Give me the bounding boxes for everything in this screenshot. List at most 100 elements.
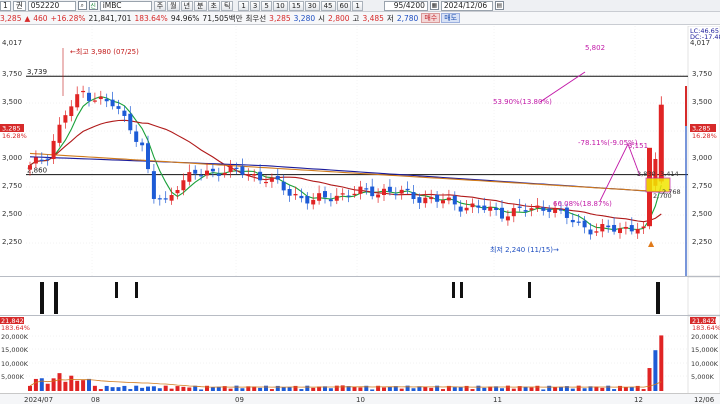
- volume-bar: [553, 387, 558, 391]
- volume-bar: [305, 385, 310, 391]
- volume-bar: [175, 386, 180, 391]
- interval-5-button[interactable]: 5: [261, 0, 272, 11]
- candle-body: [193, 169, 198, 174]
- candle-body: [28, 165, 32, 170]
- volume-bar: [87, 378, 91, 391]
- candle-body: [623, 226, 628, 229]
- candle-body: [517, 206, 522, 208]
- candle-body: [346, 195, 351, 197]
- volume-chart[interactable]: 21,842K 183.64% 21,842K 183.64% 20,000K …: [0, 315, 720, 395]
- calendar-icon[interactable]: ▦: [429, 1, 439, 10]
- volume-bar: [576, 385, 581, 391]
- y-tick-right-3750: 3,750: [692, 70, 712, 78]
- volume-bar: [122, 385, 127, 391]
- candle-body: [535, 205, 540, 208]
- candle-body: [405, 188, 410, 191]
- candle-body: [582, 220, 587, 228]
- period-minute-button[interactable]: 분: [194, 0, 207, 11]
- search-icon[interactable]: ⌕: [77, 1, 87, 10]
- period-second-button[interactable]: 초: [207, 0, 220, 11]
- candle-body: [382, 188, 386, 195]
- candle-body: [75, 94, 80, 108]
- volume-bar: [39, 378, 44, 391]
- price-tag-left-pct: 16.28%: [2, 132, 27, 140]
- candle-body: [387, 186, 392, 192]
- volume-panel[interactable]: 21,842K 183.64% 21,842K 183.64% 20,000K …: [0, 315, 720, 395]
- period-week-button[interactable]: 주: [153, 0, 167, 11]
- volume-bar: [63, 381, 68, 391]
- period-tick-button[interactable]: 틱: [220, 0, 234, 11]
- market-type-select[interactable]: 권: [12, 0, 26, 11]
- candle-body: [600, 223, 605, 232]
- volume-bar: [582, 388, 587, 391]
- open-price: 2,800: [328, 13, 350, 23]
- candle-body: [175, 189, 180, 194]
- interval-3-button[interactable]: 3: [249, 0, 261, 11]
- stock-code-input[interactable]: 052220: [27, 0, 76, 11]
- volume-bar: [647, 368, 652, 391]
- candle-body: [234, 167, 239, 169]
- candle-body: [446, 197, 451, 201]
- candle-body: [364, 188, 369, 190]
- candle-body: [45, 158, 50, 160]
- y-tick-left-2500: 2,500: [2, 210, 22, 218]
- candle-body: [564, 207, 569, 218]
- interval-custom-button[interactable]: 1: [352, 0, 363, 11]
- sell-button[interactable]: 매도: [441, 13, 461, 23]
- chart-index-box[interactable]: 1: [0, 0, 11, 11]
- volume-bar: [134, 385, 139, 391]
- candle-body: [311, 199, 316, 205]
- signal-bar: [656, 282, 660, 314]
- signal-chart[interactable]: [0, 276, 720, 316]
- price-chart[interactable]: 3,7392,860 ←최고 3,980 (07/25)최저 2,240 (11…: [0, 25, 720, 277]
- buy-signal-arrow: ▲: [648, 239, 655, 248]
- high-label: 고: [352, 13, 360, 23]
- level-3739: 3,739: [27, 68, 47, 76]
- stock-name-field[interactable]: iMBC: [99, 0, 152, 11]
- vol-tick-left-15000: 15,000K: [1, 346, 29, 354]
- candle-body: [81, 90, 86, 93]
- volume-bar: [352, 386, 357, 391]
- data-count-field[interactable]: 95/4200: [383, 0, 428, 11]
- new-tag[interactable]: 신: [88, 1, 98, 10]
- volume-bar: [523, 386, 528, 391]
- vol-tick-left-20000: 20,000K: [1, 333, 29, 341]
- interval-1-button[interactable]: 1: [238, 0, 249, 11]
- period-year-button[interactable]: 년: [180, 0, 194, 11]
- candle-body: [116, 106, 121, 109]
- period-month-button[interactable]: 월: [167, 0, 180, 11]
- volume-bar: [340, 385, 345, 391]
- candle-body: [476, 205, 481, 208]
- date-label-jul: 2024/07: [24, 396, 53, 404]
- volume-bar: [181, 386, 186, 391]
- candle-body: [216, 173, 221, 176]
- candle-body: [452, 195, 457, 205]
- interval-60-button[interactable]: 60: [336, 0, 352, 11]
- date-input[interactable]: 2024/12/06: [440, 0, 493, 11]
- candle-body: [328, 199, 333, 202]
- signal-bar: [40, 282, 44, 314]
- candle-body: [423, 197, 428, 204]
- volume-bar: [69, 375, 74, 391]
- settings-icon[interactable]: ▤: [494, 1, 504, 10]
- candle-body: [429, 197, 434, 200]
- buy-button[interactable]: 매수: [421, 13, 441, 23]
- signal-panel[interactable]: [0, 276, 720, 316]
- volume-bar: [264, 385, 268, 391]
- volume-bar: [629, 387, 634, 391]
- candle-body: [246, 174, 251, 176]
- candle-body: [588, 229, 593, 235]
- candle-body: [39, 159, 44, 161]
- price-chart-panel[interactable]: 3,739 2,860 ←최고 3,980 (07/25) 최저 2,240 (11…: [0, 25, 720, 277]
- interval-30-button[interactable]: 30: [304, 0, 320, 11]
- interval-15-button[interactable]: 15: [288, 0, 304, 11]
- candle-body: [87, 92, 91, 101]
- interval-45-button[interactable]: 45: [320, 0, 336, 11]
- candle-body: [299, 195, 304, 199]
- candle-body: [559, 209, 563, 211]
- candle-body: [541, 207, 546, 211]
- candle-body: [110, 99, 115, 107]
- candle-body: [63, 115, 68, 123]
- volume-bar: [370, 389, 375, 391]
- interval-10-button[interactable]: 10: [272, 0, 288, 11]
